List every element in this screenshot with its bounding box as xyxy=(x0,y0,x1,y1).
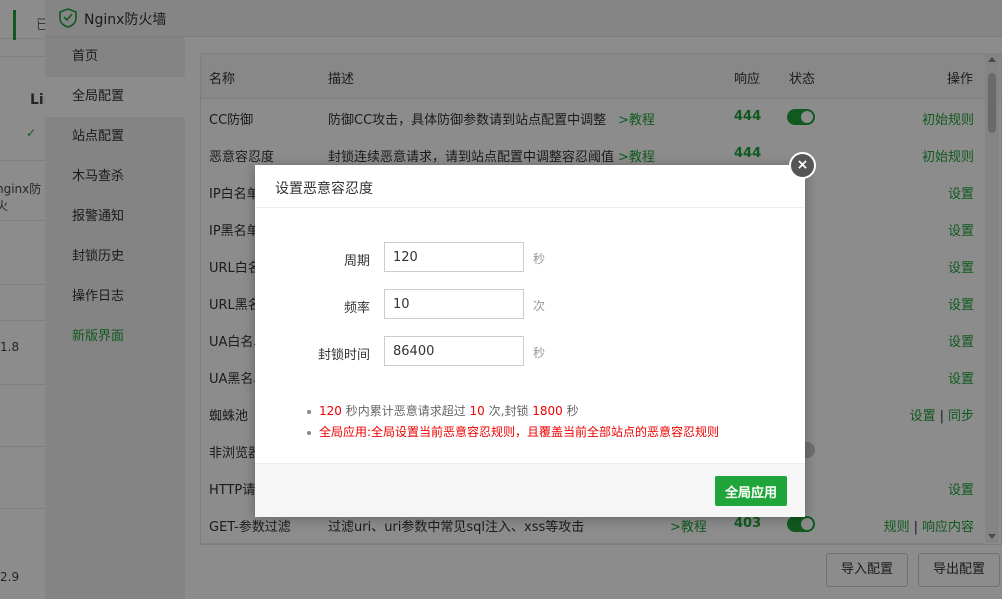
dialog-notes: 120 秒内累计恶意请求超过 10 次,封锁 1800 秒 全局应用:全局设置当… xyxy=(305,401,785,443)
period-label: 周期 xyxy=(343,254,370,269)
tolerance-dialog: 设置恶意容忍度 周期 秒 频率 次 封锁时间 秒 120 秒内累计恶意请求超过 … xyxy=(255,165,805,517)
period-unit: 秒 xyxy=(533,252,546,266)
frequency-row: 频率 次 xyxy=(255,289,805,321)
frequency-label: 频率 xyxy=(343,301,370,316)
note-count: 10 xyxy=(469,404,485,418)
note-period: 120 xyxy=(319,404,342,418)
period-input[interactable] xyxy=(384,242,524,272)
frequency-input[interactable] xyxy=(384,289,524,319)
note-block-seconds: 1800 xyxy=(532,404,563,418)
close-icon[interactable]: × xyxy=(789,152,816,179)
note-text: 次,封锁 xyxy=(484,404,533,418)
dialog-title: 设置恶意容忍度 xyxy=(275,181,373,197)
block-time-unit: 秒 xyxy=(533,346,546,360)
global-apply-button[interactable]: 全局应用 xyxy=(715,476,787,506)
dialog-footer: 全局应用 xyxy=(255,463,805,517)
block-time-row: 封锁时间 秒 xyxy=(255,336,805,368)
summary-note: 120 秒内累计恶意请求超过 10 次,封锁 1800 秒 xyxy=(305,401,785,422)
block-time-input[interactable] xyxy=(384,336,524,366)
period-row: 周期 秒 xyxy=(255,242,805,274)
note-text: 秒内累计恶意请求超过 xyxy=(341,404,470,418)
note-text: 秒 xyxy=(562,404,579,418)
dialog-header: 设置恶意容忍度 xyxy=(255,165,805,208)
block-time-label: 封锁时间 xyxy=(317,348,370,363)
frequency-unit: 次 xyxy=(533,299,546,313)
global-apply-warning: 全局应用:全局设置当前恶意容忍规则，且覆盖当前全部站点的恶意容忍规则 xyxy=(305,422,785,443)
